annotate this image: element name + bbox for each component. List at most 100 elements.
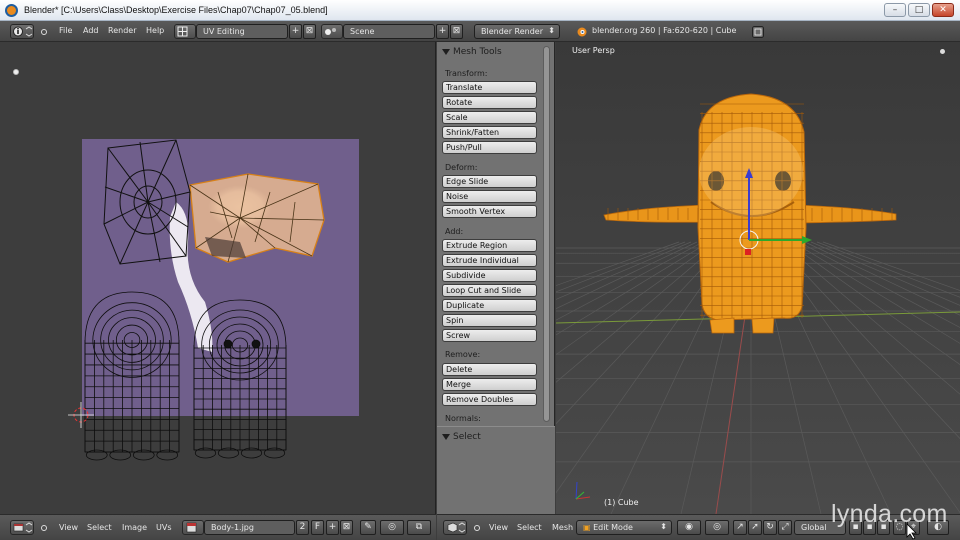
maximize-button[interactable]: □ [908, 3, 930, 17]
section-normals-label: Normals: [445, 414, 481, 423]
add-screen-button[interactable]: + [289, 24, 302, 39]
editor-type-button[interactable] [10, 24, 34, 39]
view-perspective-label: User Persp [572, 46, 615, 55]
editor-type-button[interactable] [443, 520, 467, 535]
info-header: File Add Render Help UV Editing + ⊠ Scen… [0, 21, 960, 42]
render-engine-label: Blender Render [481, 27, 544, 36]
menu-render[interactable]: Render [108, 26, 136, 35]
pivot-point-icon[interactable]: ◎ [705, 520, 729, 535]
blender-logo-icon [5, 4, 18, 17]
shrink-fatten-button[interactable]: Shrink/Fatten [442, 126, 537, 139]
collapse-triangle-icon [442, 434, 450, 440]
select-panel-header[interactable]: Select [437, 430, 547, 446]
collapse-menus-icon[interactable] [473, 524, 481, 532]
screen-layout-menu-button[interactable] [174, 24, 196, 39]
section-add-label: Add: [445, 227, 464, 236]
mesh-tools-panel-header[interactable]: Mesh Tools [437, 45, 547, 61]
section-transform-label: Transform: [445, 69, 488, 78]
menu-file[interactable]: File [59, 26, 72, 35]
image-browse-icon [186, 522, 197, 533]
shading-mode-icon[interactable]: ◉ [677, 520, 701, 535]
scale-button[interactable]: Scale [442, 111, 537, 124]
lynda-watermark: lynda.com [831, 500, 948, 528]
view-options-dot-icon[interactable] [940, 49, 945, 54]
uv-editor-header: View Select Image UVs Body-1.jpg 2 F + ⊠… [0, 514, 436, 540]
3d-viewport[interactable]: User Persp (1) Cube [556, 42, 960, 514]
render-engine-dropdown[interactable]: Blender Render ⬍ [474, 24, 560, 39]
new-image-button[interactable]: + [326, 520, 339, 535]
menu-select[interactable]: Select [517, 523, 542, 532]
3d-view-icon [447, 522, 466, 533]
extrude-region-button[interactable]: Extrude Region [442, 239, 537, 252]
noise-button[interactable]: Noise [442, 190, 537, 203]
uv-canvas[interactable] [0, 42, 436, 514]
menu-image[interactable]: Image [122, 523, 147, 532]
scale-manipulator-icon[interactable]: ⤢ [778, 520, 792, 535]
delete-screen-button[interactable]: ⊠ [303, 24, 316, 39]
menu-mesh[interactable]: Mesh [552, 523, 573, 532]
translate-button[interactable]: Translate [442, 81, 537, 94]
scene-icon [325, 28, 336, 35]
browse-image-button[interactable] [182, 520, 204, 535]
viewport-canvas[interactable] [556, 42, 960, 514]
axis-orientation-icon [575, 481, 591, 500]
image-users-count[interactable]: 2 [296, 520, 309, 535]
section-deform-label: Deform: [445, 163, 478, 172]
scene-menu-button[interactable] [321, 24, 343, 39]
layout-grid-icon [177, 26, 188, 37]
menu-add[interactable]: Add [83, 26, 99, 35]
fullscreen-icon[interactable] [751, 25, 765, 39]
delete-button[interactable]: Delete [442, 363, 537, 376]
uv-island-selected[interactable] [189, 173, 325, 263]
mode-label: Edit Mode [593, 523, 633, 532]
mouse-cursor-icon [906, 523, 917, 540]
collapse-triangle-icon [442, 49, 450, 55]
remove-doubles-button[interactable]: Remove Doubles [442, 393, 537, 406]
screw-button[interactable]: Screw [442, 329, 537, 342]
add-scene-button[interactable]: + [436, 24, 449, 39]
collapse-menus-icon[interactable] [40, 524, 48, 532]
info-icon [13, 26, 33, 37]
merge-button[interactable]: Merge [442, 378, 537, 391]
collapse-menus-icon[interactable] [40, 28, 48, 36]
menu-view[interactable]: View [59, 523, 78, 532]
menu-select[interactable]: Select [87, 523, 112, 532]
window-titlebar: Blender* [C:\Users\Class\Desktop\Exercis… [0, 0, 960, 21]
sync-selection-icon[interactable]: ⧉ [407, 520, 431, 535]
image-name-field[interactable]: Body-1.jpg [204, 520, 295, 535]
menu-uvs[interactable]: UVs [156, 523, 172, 532]
rotate-manipulator-icon[interactable]: ↻ [763, 520, 777, 535]
menu-view[interactable]: View [489, 523, 508, 532]
scene-field[interactable]: Scene [343, 24, 435, 39]
scene-stats: blender.org 260 | Fa:620-620 | Cube [592, 26, 737, 35]
screen-layout-field[interactable]: UV Editing [196, 24, 288, 39]
select-panel-title: Select [453, 432, 481, 442]
edit-mode-icon: ▣ [583, 523, 594, 532]
push-pull-button[interactable]: Push/Pull [442, 141, 537, 154]
close-button[interactable]: ✕ [932, 3, 954, 17]
extrude-individual-button[interactable]: Extrude Individual [442, 254, 537, 267]
tool-shelf-scrollbar[interactable] [543, 46, 550, 422]
translate-manipulator-icon[interactable]: ➚ [748, 520, 762, 535]
duplicate-button[interactable]: Duplicate [442, 299, 537, 312]
edge-slide-button[interactable]: Edge Slide [442, 175, 537, 188]
loop-cut-and-slide-button[interactable]: Loop Cut and Slide [442, 284, 537, 297]
manipulator-toggle-icon[interactable]: ↗ [733, 520, 747, 535]
menu-help[interactable]: Help [146, 26, 164, 35]
subdivide-button[interactable]: Subdivide [442, 269, 537, 282]
uv-image-editor[interactable] [0, 42, 436, 514]
unlink-image-button[interactable]: ⊠ [340, 520, 353, 535]
mesh-tools-title: Mesh Tools [453, 47, 502, 57]
pivot-point-icon[interactable]: ◎ [380, 520, 404, 535]
minimize-button[interactable]: – [884, 3, 906, 17]
select-panel: Select [437, 426, 555, 514]
delete-scene-button[interactable]: ⊠ [450, 24, 463, 39]
rotate-button[interactable]: Rotate [442, 96, 537, 109]
pin-image-icon[interactable]: ✎ [360, 520, 376, 535]
spin-button[interactable]: Spin [442, 314, 537, 327]
editor-type-button[interactable] [10, 520, 34, 535]
smooth-vertex-button[interactable]: Smooth Vertex [442, 205, 537, 218]
fake-user-button[interactable]: F [311, 520, 324, 535]
mode-dropdown[interactable]: ▣ Edit Mode ⬍ [576, 520, 672, 535]
image-editor-icon [13, 522, 33, 533]
